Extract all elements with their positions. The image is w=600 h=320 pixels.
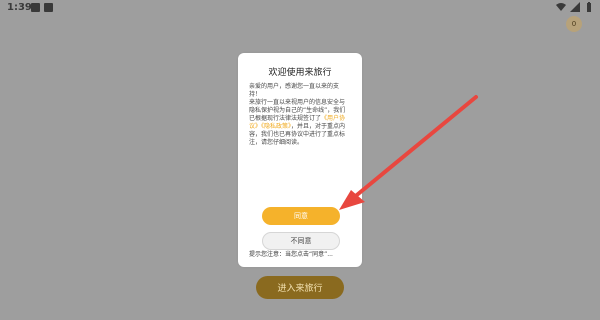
agree-button[interactable]: 同意	[262, 207, 340, 225]
dialog-greeting: 亲爱的用户，感谢您一直以来的支持！	[249, 83, 340, 98]
system-icons	[556, 2, 594, 12]
disagree-button[interactable]: 不同意	[262, 232, 340, 250]
signal-icon	[570, 2, 580, 12]
dialog-footer: 提示您注意：当您点击“同意”...	[249, 251, 333, 258]
status-bar: 1:39	[0, 0, 600, 16]
battery-icon	[587, 2, 591, 12]
enter-app-button[interactable]: 进入来旅行	[256, 276, 344, 299]
privacy-policy-link[interactable]: 《隐私政策》	[261, 123, 291, 130]
notification-icon	[44, 3, 53, 12]
dialog-title: 欢迎使用来旅行	[268, 68, 332, 78]
wifi-icon	[556, 3, 566, 11]
dialog-body: 亲爱的用户，感谢您一直以来的支持！ 来旅行一直以来视用户的信息安全与隐私保护视为…	[249, 83, 349, 147]
status-time: 1:39	[7, 2, 32, 13]
image-icon	[31, 3, 40, 12]
coin-badge[interactable]: 0	[566, 16, 582, 32]
